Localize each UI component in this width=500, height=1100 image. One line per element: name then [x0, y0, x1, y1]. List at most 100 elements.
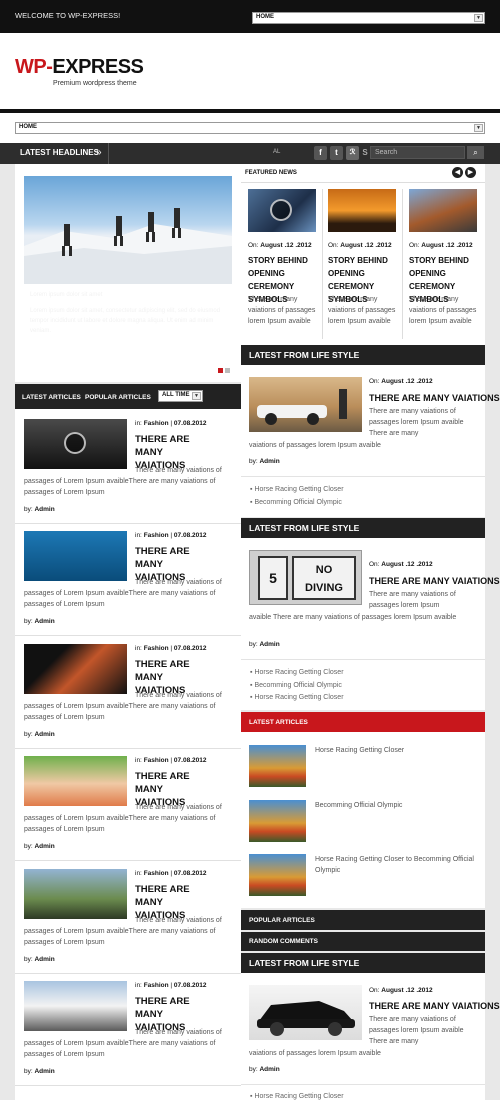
article-excerpt: There are many vaiations of — [135, 804, 222, 811]
life-style-image-2[interactable]: 5 NO DIVING — [249, 550, 362, 605]
featured-divider — [241, 182, 485, 183]
sidebar-thumb-1[interactable] — [249, 745, 306, 787]
facebook-icon[interactable]: f — [314, 146, 327, 160]
article-image[interactable] — [24, 531, 127, 581]
top-nav-select[interactable]: HOME ▼ — [252, 12, 485, 24]
article-excerpt: There are many vaiations of — [135, 692, 222, 699]
chevron-down-icon: ▼ — [474, 124, 483, 132]
sidebar-latest-item-3[interactable]: Horse Racing Getting Closer to Becomming… — [315, 854, 480, 876]
arrow-right-icon[interactable]: ▶ — [465, 167, 476, 178]
time-filter-select[interactable]: ALL TIME ▼ — [158, 390, 203, 402]
life-style-date-3: On: August .12 .2012 — [369, 987, 433, 994]
life-style-author-2: by: Admin — [249, 641, 280, 648]
site-logo[interactable]: WP-EXPRESS — [15, 56, 144, 79]
life-style-author-3: by: Admin — [249, 1066, 280, 1073]
featured-image-2[interactable] — [328, 189, 396, 232]
skype-icon[interactable]: S — [361, 146, 369, 160]
divider — [241, 476, 485, 477]
latest-headlines-label: LATEST HEADLINES — [20, 148, 99, 157]
life-style-author-1: by: Admin — [249, 458, 280, 465]
article-image[interactable] — [24, 644, 127, 694]
article-excerpt-cont: passages of Lorem Ipsum avaibleThere are… — [24, 703, 216, 721]
slider-caption-text: Lorem ipsum dolor sit amet, consectetur … — [30, 308, 221, 334]
play-icon[interactable] — [270, 199, 292, 221]
random-comments-heading[interactable]: RANDOM COMMENTS — [241, 932, 485, 951]
article-meta: in: Fashion | 07.08.2012 — [135, 757, 207, 764]
popular-articles-heading[interactable]: POPULAR ARTICLES — [241, 910, 485, 930]
black-car-illustration — [257, 1001, 355, 1036]
article-divider — [15, 523, 241, 524]
article-meta: in: Fashion | 07.08.2012 — [135, 870, 207, 877]
article-divider — [15, 635, 241, 636]
life-style-link[interactable]: ▪ Horse Racing Getting Closer — [250, 694, 344, 701]
search-input[interactable]: Search — [370, 146, 465, 159]
life-style-excerpt-2: There are many vaiations of passages lor… — [369, 591, 456, 609]
twitter-icon[interactable]: t — [330, 146, 343, 160]
divider — [241, 659, 485, 660]
arrow-left-icon[interactable]: ◀ — [452, 167, 463, 178]
headline-ticker[interactable]: AL — [273, 149, 280, 155]
sidebar-latest-item-2[interactable]: Becomming Official Olympic — [315, 800, 480, 811]
article-divider — [15, 973, 241, 974]
featured-image-1[interactable] — [248, 189, 316, 232]
life-style-title-2[interactable]: THERE ARE MANY VAIATIONS — [369, 575, 500, 587]
featured-excerpt-1: There are many vaiations of passages lor… — [248, 296, 316, 325]
chevron-down-icon: ▼ — [192, 392, 201, 400]
double-chevron-right-icon: » — [96, 147, 102, 158]
life-style-link[interactable]: ▪ Horse Racing Getting Closer — [250, 669, 344, 676]
article-excerpt-cont: passages of Lorem Ipsum avaibleThere are… — [24, 815, 216, 833]
life-style-link[interactable]: ▪ Horse Racing Getting Closer — [250, 1093, 344, 1100]
slider-image[interactable] — [24, 176, 232, 284]
article-divider — [15, 1085, 241, 1086]
article-divider — [15, 860, 241, 861]
article-image[interactable] — [24, 981, 127, 1031]
sidebar-thumb-2[interactable] — [249, 800, 306, 842]
featured-image-3[interactable] — [409, 189, 477, 232]
slider-dot-active[interactable] — [218, 368, 223, 373]
life-style-date-2: On: August .12 .2012 — [369, 561, 433, 568]
tab-popular-articles[interactable]: POPULAR ARTICLES — [85, 394, 151, 401]
life-style-link[interactable]: ▪ Becomming Official Olympic — [250, 682, 342, 689]
article-image[interactable] — [24, 419, 127, 469]
rss-icon[interactable]: ℛ — [346, 146, 359, 160]
sidebar-latest-item-1[interactable]: Horse Racing Getting Closer — [315, 745, 480, 756]
headlines-separator — [108, 143, 109, 164]
life-style-image-3[interactable] — [249, 985, 362, 1040]
life-style-excerpt-3: There are many vaiations of passages lor… — [369, 1016, 464, 1045]
top-nav-select-value: HOME — [256, 14, 274, 20]
play-icon[interactable] — [64, 432, 86, 454]
life-style-heading-2: LATEST FROM LIFE STYLE — [241, 518, 485, 538]
life-style-image-1[interactable] — [249, 377, 362, 432]
article-excerpt-cont: passages of Lorem Ipsum avaibleThere are… — [24, 928, 216, 946]
article-excerpt: There are many vaiations of — [135, 1029, 222, 1036]
chevron-down-icon: ▼ — [474, 14, 483, 22]
search-icon[interactable]: ⌕ — [467, 146, 484, 159]
life-style-title-3[interactable]: THERE ARE MANY VAIATIONS — [369, 1000, 500, 1012]
article-image[interactable] — [24, 756, 127, 806]
sidebar-thumb-3[interactable] — [249, 854, 306, 896]
article-excerpt-cont: passages of Lorem Ipsum avaibleThere are… — [24, 1040, 216, 1058]
main-nav-select-value: HOME — [19, 124, 37, 130]
tab-latest-articles[interactable]: LATEST ARTICLES — [22, 394, 81, 401]
article-author: by: Admin — [24, 956, 55, 963]
climbers-illustration — [24, 208, 232, 284]
article-meta: in: Fashion | 07.08.2012 — [135, 420, 207, 427]
article-divider — [15, 748, 241, 749]
article-author: by: Admin — [24, 618, 55, 625]
article-meta: in: Fashion | 07.08.2012 — [135, 982, 207, 989]
life-style-link[interactable]: ▪ Becomming Official Olympic — [250, 499, 342, 506]
featured-date-1: On: August .12 .2012 — [248, 242, 312, 249]
article-image[interactable] — [24, 869, 127, 919]
car-illustration — [257, 389, 347, 425]
main-nav-select[interactable]: HOME ▼ — [15, 122, 485, 134]
life-style-heading-1: LATEST FROM LIFE STYLE — [241, 345, 485, 365]
article-excerpt: There are many vaiations of — [135, 579, 222, 586]
featured-date-3: On: August .12 .2012 — [409, 242, 473, 249]
article-excerpt-cont: passages of Lorem Ipsum avaibleThere are… — [24, 590, 216, 608]
divider — [241, 1084, 485, 1085]
life-style-date-1: On: August .12 .2012 — [369, 378, 433, 385]
life-style-title-1[interactable]: THERE ARE MANY VAIATIONS — [369, 392, 500, 404]
slider-dot[interactable] — [225, 368, 230, 373]
featured-news-label: FEATURED NEWS — [245, 170, 297, 176]
life-style-link[interactable]: ▪ Horse Racing Getting Closer — [250, 486, 344, 493]
